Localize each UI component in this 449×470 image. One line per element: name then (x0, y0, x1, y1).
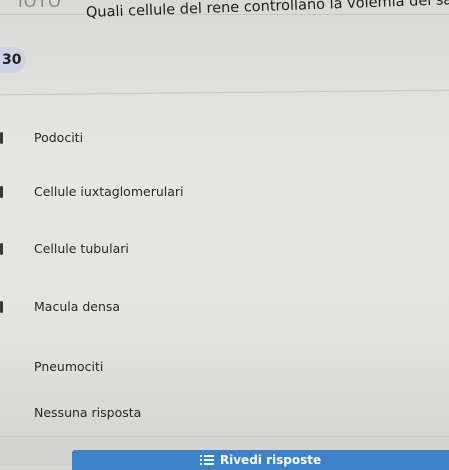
question-number: 30 (2, 52, 22, 68)
option-label[interactable]: Macula densa (34, 299, 120, 314)
radio-icon[interactable] (0, 243, 3, 255)
question-text: Quali cellule del rene controllano la vo… (85, 0, 449, 21)
option-label[interactable]: Cellule tubulari (34, 241, 129, 256)
option-label[interactable]: Cellule iuxtaglomerulari (34, 184, 184, 199)
list-icon (199, 455, 214, 465)
footer-divider (0, 436, 449, 437)
radio-icon[interactable] (0, 186, 3, 198)
review-answers-button[interactable]: Rivedi risposte (72, 450, 449, 470)
partial-header-text: ΙΟΤΟ (18, 0, 62, 11)
radio-icon[interactable] (0, 301, 3, 313)
option-label[interactable]: Podociti (34, 130, 83, 145)
radio-icon[interactable] (0, 132, 3, 144)
option-label[interactable]: Pneumociti (34, 359, 103, 374)
question-divider (0, 89, 449, 96)
question-number-badge: 30 (0, 47, 26, 73)
review-answers-label[interactable]: Rivedi risposte (220, 453, 321, 467)
option-label[interactable]: Nessuna risposta (34, 405, 141, 420)
